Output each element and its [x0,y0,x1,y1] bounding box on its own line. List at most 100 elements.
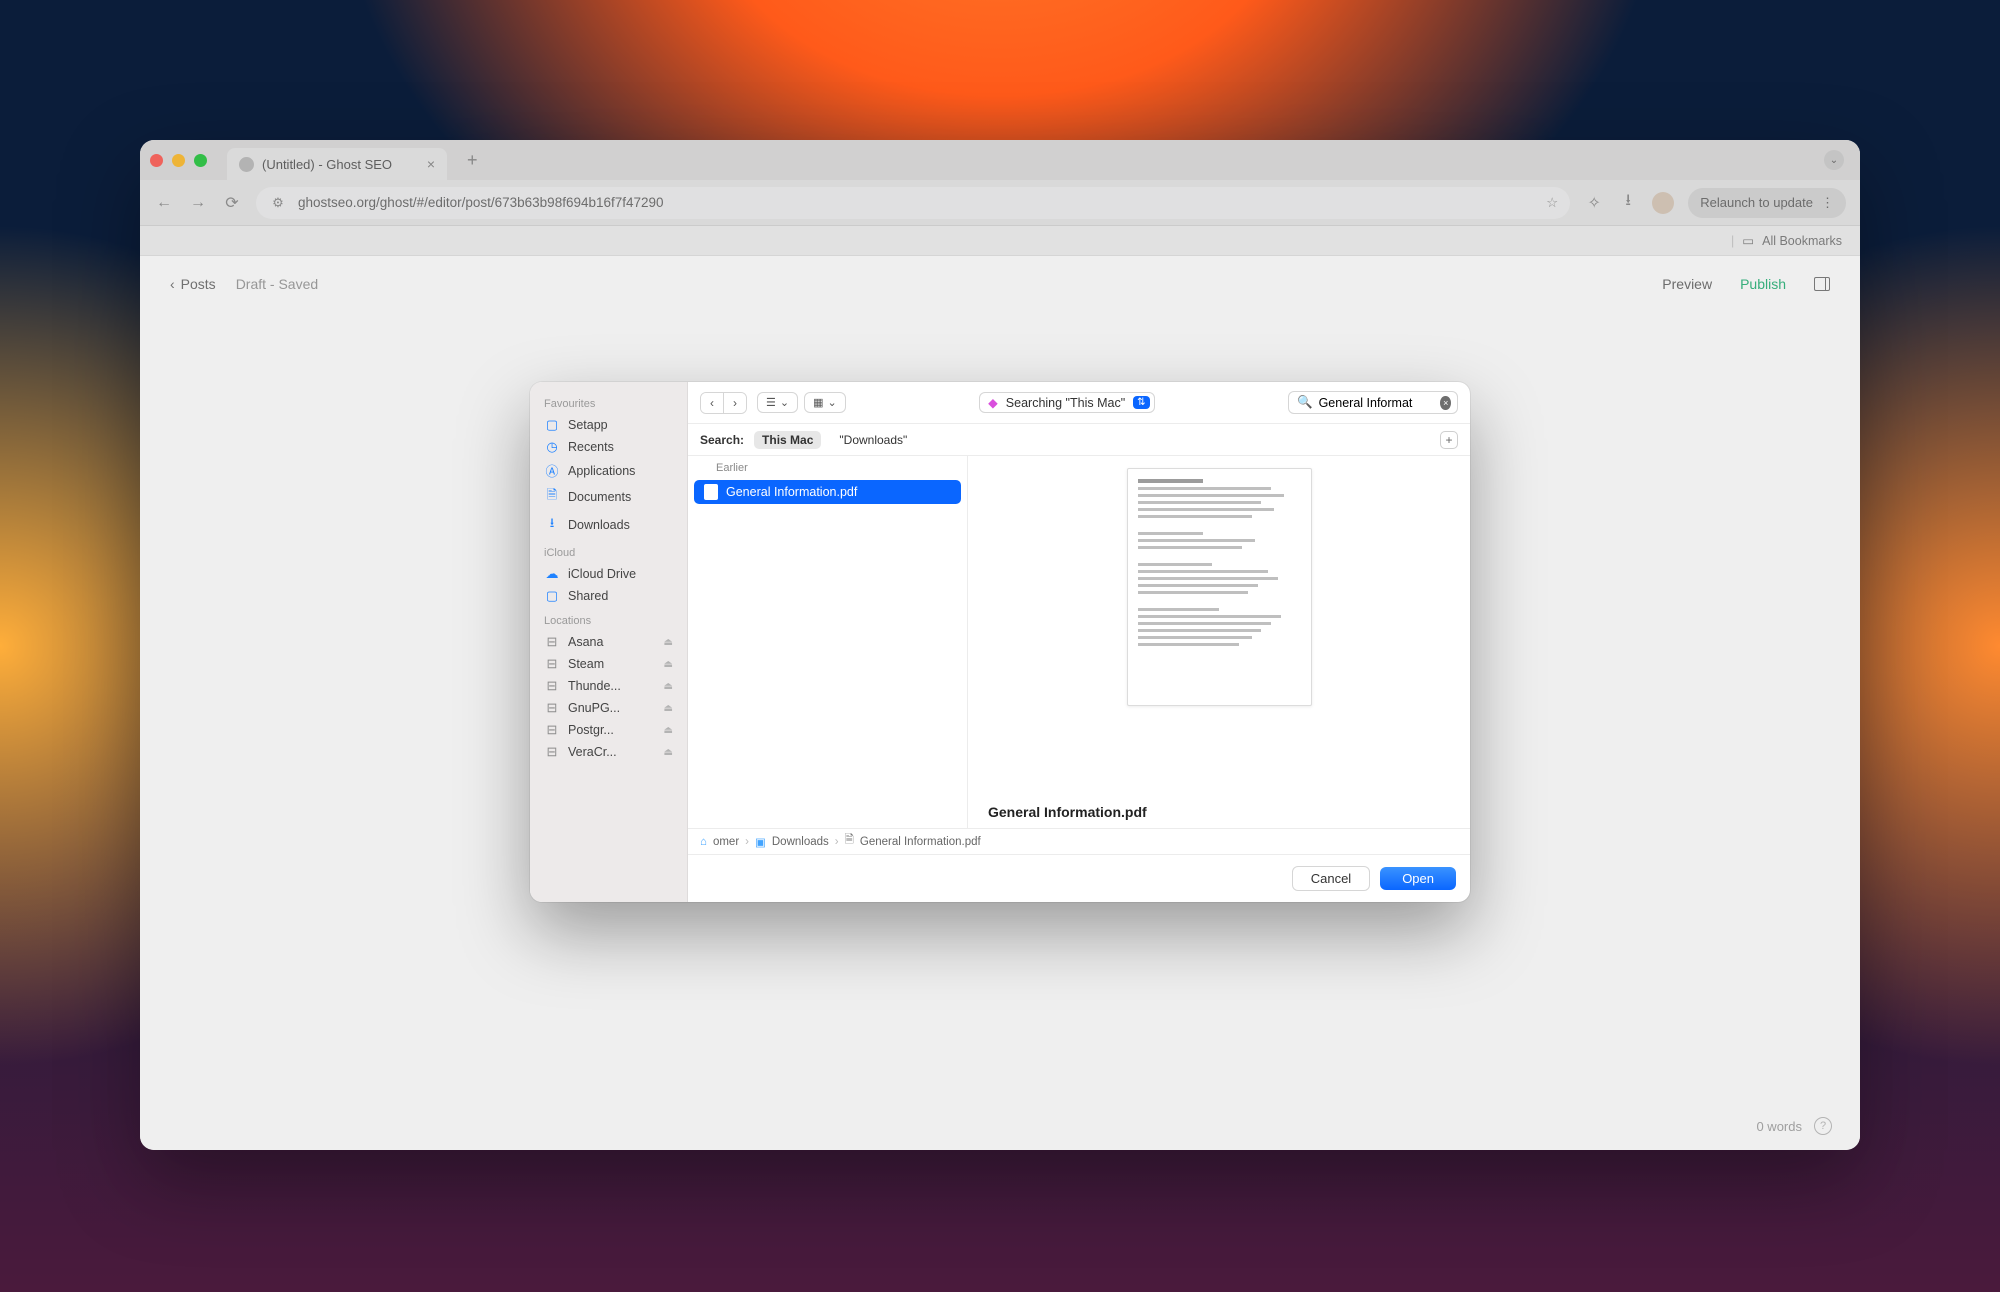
cancel-button[interactable]: Cancel [1292,866,1370,891]
path-bar: ⌂ omer › ▣ Downloads › 🗎 General Informa… [688,828,1470,854]
divider: | [1731,234,1734,248]
eject-icon[interactable]: ⏏ [664,659,673,670]
sidebar-item-label: Postgr... [568,723,614,737]
nav-forward-button[interactable]: › [723,393,746,413]
search-scope-bar: Search: This Mac "Downloads" + [688,424,1470,456]
tabs-overflow-button[interactable]: ⌄ [1824,150,1844,170]
clear-search-icon[interactable]: × [1440,396,1451,410]
eject-icon[interactable]: ⏏ [664,725,673,736]
sidebar-item-location[interactable]: ⊟Steam⏏ [530,653,687,675]
publish-link[interactable]: Publish [1740,276,1786,292]
nav-back-icon[interactable]: ← [154,194,174,212]
file-dialog-footer: Cancel Open [688,854,1470,902]
sidebar-item-label: Applications [568,464,635,478]
eject-icon[interactable]: ⏏ [664,681,673,692]
sidebar-item-label: Shared [568,589,608,603]
chevron-right-icon: › [835,836,839,848]
document-icon [704,484,718,500]
open-button[interactable]: Open [1380,867,1456,890]
add-search-criteria-button[interactable]: + [1440,431,1458,449]
editor-footer: 0 words ? [140,1102,1860,1150]
file-dialog-sidebar: Favourites ▢Setapp ◷Recents ⒶApplication… [530,382,688,902]
draft-status: Draft - Saved [236,276,318,292]
file-name: General Information.pdf [726,485,857,499]
sidebar-item-label: Setapp [568,418,608,432]
preview-thumbnail [1127,468,1312,706]
nav-back-button[interactable]: ‹ [701,393,723,413]
back-to-posts-link[interactable]: ‹ Posts [170,276,216,292]
relaunch-button[interactable]: Relaunch to update ⋮ [1688,188,1846,218]
address-bar[interactable]: ⚙ ghostseo.org/ghost/#/editor/post/673b6… [256,187,1570,219]
browser-tab[interactable]: (Untitled) - Ghost SEO × [227,148,447,180]
window-controls [150,154,207,167]
sidebar-item-label: Documents [568,490,631,504]
window-minimize-button[interactable] [172,154,185,167]
profile-avatar-icon[interactable] [1652,192,1674,214]
eject-icon[interactable]: ⏏ [664,703,673,714]
scope-downloads[interactable]: "Downloads" [831,431,915,449]
sidebar-item-documents[interactable]: 🗎Documents [530,483,687,511]
view-columns-button[interactable]: ☰ ⌄ [757,392,798,413]
nav-reload-icon[interactable]: ⟳ [222,193,242,213]
bookmark-bar: | ▭ All Bookmarks [140,226,1860,256]
sidebar-item-label: Recents [568,440,614,454]
preview-link[interactable]: Preview [1662,276,1712,292]
window-close-button[interactable] [150,154,163,167]
site-settings-icon[interactable]: ⚙ [268,195,288,211]
more-menu-icon[interactable]: ⋮ [1821,195,1834,211]
sidebar-item-downloads[interactable]: ⭳Downloads [530,511,687,539]
list-row[interactable]: General Information.pdf [694,480,961,504]
window-maximize-button[interactable] [194,154,207,167]
sidebar-item-location[interactable]: ⊟Asana⏏ [530,631,687,653]
chevron-down-icon: ⌄ [828,396,837,409]
scope-this-mac[interactable]: This Mac [754,431,821,449]
tab-favicon-icon [239,157,254,172]
sidebar-section-icloud: iCloud [530,539,687,563]
result-list: Earlier General Information.pdf [688,456,968,828]
path-segment[interactable]: General Information.pdf [860,836,981,848]
sidebar-item-location[interactable]: ⊟Thunde...⏏ [530,675,687,697]
file-dialog-body: Earlier General Information.pdf G [688,456,1470,828]
document-icon: 🗎 [845,832,854,851]
sidebar-item-applications[interactable]: ⒶApplications [530,458,687,483]
file-dialog-toolbar: ‹ › ☰ ⌄ ▦ ⌄ ◆ Searching "This Mac" ⇅ 🔍 × [688,382,1470,424]
smart-folder-icon: ◆ [988,395,998,410]
chevron-down-icon: ⌄ [780,396,789,409]
sidebar-item-setapp[interactable]: ▢Setapp [530,414,687,436]
sidebar-section-favourites: Favourites [530,390,687,414]
help-icon[interactable]: ? [1814,1117,1832,1135]
sidebar-item-label: VeraCr... [568,745,617,759]
new-tab-button[interactable]: + [457,150,488,171]
nav-forward-icon[interactable]: → [188,194,208,212]
extensions-icon[interactable]: ✧ [1584,193,1604,213]
downloads-icon[interactable]: ⭳ [1618,189,1638,216]
chevron-right-icon: › [745,836,749,848]
path-segment[interactable]: omer [713,836,739,848]
path-segment[interactable]: Downloads [772,836,829,848]
sidebar-item-location[interactable]: ⊟Postgr...⏏ [530,719,687,741]
scope-label: Search: [700,433,744,447]
bookmark-star-icon[interactable]: ☆ [1546,195,1558,211]
settings-panel-toggle-icon[interactable] [1814,277,1830,291]
sidebar-item-icloud-drive[interactable]: ☁iCloud Drive [530,563,687,585]
tab-close-icon[interactable]: × [427,156,435,172]
sidebar-item-label: Asana [568,635,603,649]
eject-icon[interactable]: ⏏ [664,747,673,758]
sidebar-item-location[interactable]: ⊟VeraCr...⏏ [530,741,687,763]
word-count: 0 words [1756,1119,1802,1134]
search-field[interactable]: 🔍 × [1288,391,1458,414]
view-grid-button[interactable]: ▦ ⌄ [804,392,846,413]
sidebar-item-label: Thunde... [568,679,621,693]
sidebar-item-shared[interactable]: ▢Shared [530,585,687,607]
sidebar-item-location[interactable]: ⊟GnuPG...⏏ [530,697,687,719]
back-posts-label: Posts [181,276,216,292]
sidebar-item-label: Downloads [568,518,630,532]
search-input[interactable] [1319,396,1435,410]
location-dropdown[interactable]: ◆ Searching "This Mac" ⇅ [979,392,1154,413]
nav-history-buttons: ‹ › [700,392,747,414]
chevron-left-icon: ‹ [170,276,175,292]
eject-icon[interactable]: ⏏ [664,637,673,648]
all-bookmarks-link[interactable]: All Bookmarks [1762,234,1842,248]
sidebar-item-recents[interactable]: ◷Recents [530,436,687,458]
list-group-header: Earlier [688,456,967,480]
